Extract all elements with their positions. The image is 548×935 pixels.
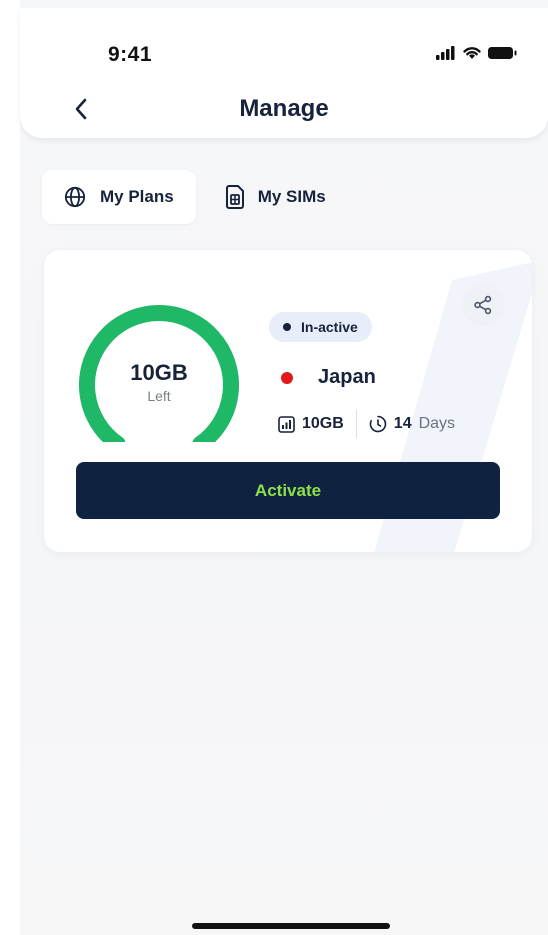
- tab-my-plans[interactable]: My Plans: [42, 170, 196, 224]
- country-name: Japan: [318, 366, 376, 388]
- sim-card-icon: [225, 185, 244, 209]
- plan-details: 10GB 14 Days: [278, 410, 455, 438]
- data-amount: 10GB: [278, 415, 344, 433]
- plan-country: Japan: [276, 366, 376, 389]
- signal-icon: [436, 45, 455, 60]
- validity: 14 Days: [369, 415, 455, 433]
- tab-my-sims[interactable]: My SIMs: [204, 170, 348, 224]
- data-amount-value: 10GB: [302, 415, 344, 432]
- app-header: 9:41 Manage: [20, 8, 548, 138]
- status-badge: In-active: [269, 312, 372, 342]
- share-button[interactable]: [462, 284, 504, 326]
- data-remaining-value: 10GB: [130, 360, 188, 385]
- home-indicator: [192, 923, 390, 929]
- data-chart-icon: [278, 415, 295, 433]
- status-icons: [436, 45, 518, 60]
- status-time: 9:41: [108, 43, 153, 66]
- page-title: Manage: [239, 95, 329, 122]
- tab-my-plans-label: My Plans: [100, 187, 174, 206]
- validity-number: 14: [393, 415, 412, 432]
- share-icon: [474, 295, 492, 315]
- clock-icon: [369, 415, 387, 433]
- plan-card: 10GB Left In-active Japan 10GB 14 Days A…: [44, 250, 532, 552]
- japan-flag-icon: [276, 366, 298, 389]
- meta-divider: [355, 410, 357, 438]
- battery-icon: [488, 46, 517, 59]
- tab-my-sims-label: My SIMs: [257, 187, 326, 206]
- phone-screen: 9:41 Manage My Plans My SIMs 10GB Left I…: [20, 0, 548, 935]
- status-text: In-active: [301, 319, 358, 335]
- data-remaining-label: Left: [147, 388, 171, 404]
- tab-bar: My Plans My SIMs: [42, 170, 348, 224]
- status-dot: [283, 323, 291, 331]
- wifi-icon: [463, 47, 481, 59]
- validity-unit: Days: [418, 415, 456, 432]
- activate-button[interactable]: Activate: [76, 462, 500, 519]
- globe-icon: [64, 186, 86, 208]
